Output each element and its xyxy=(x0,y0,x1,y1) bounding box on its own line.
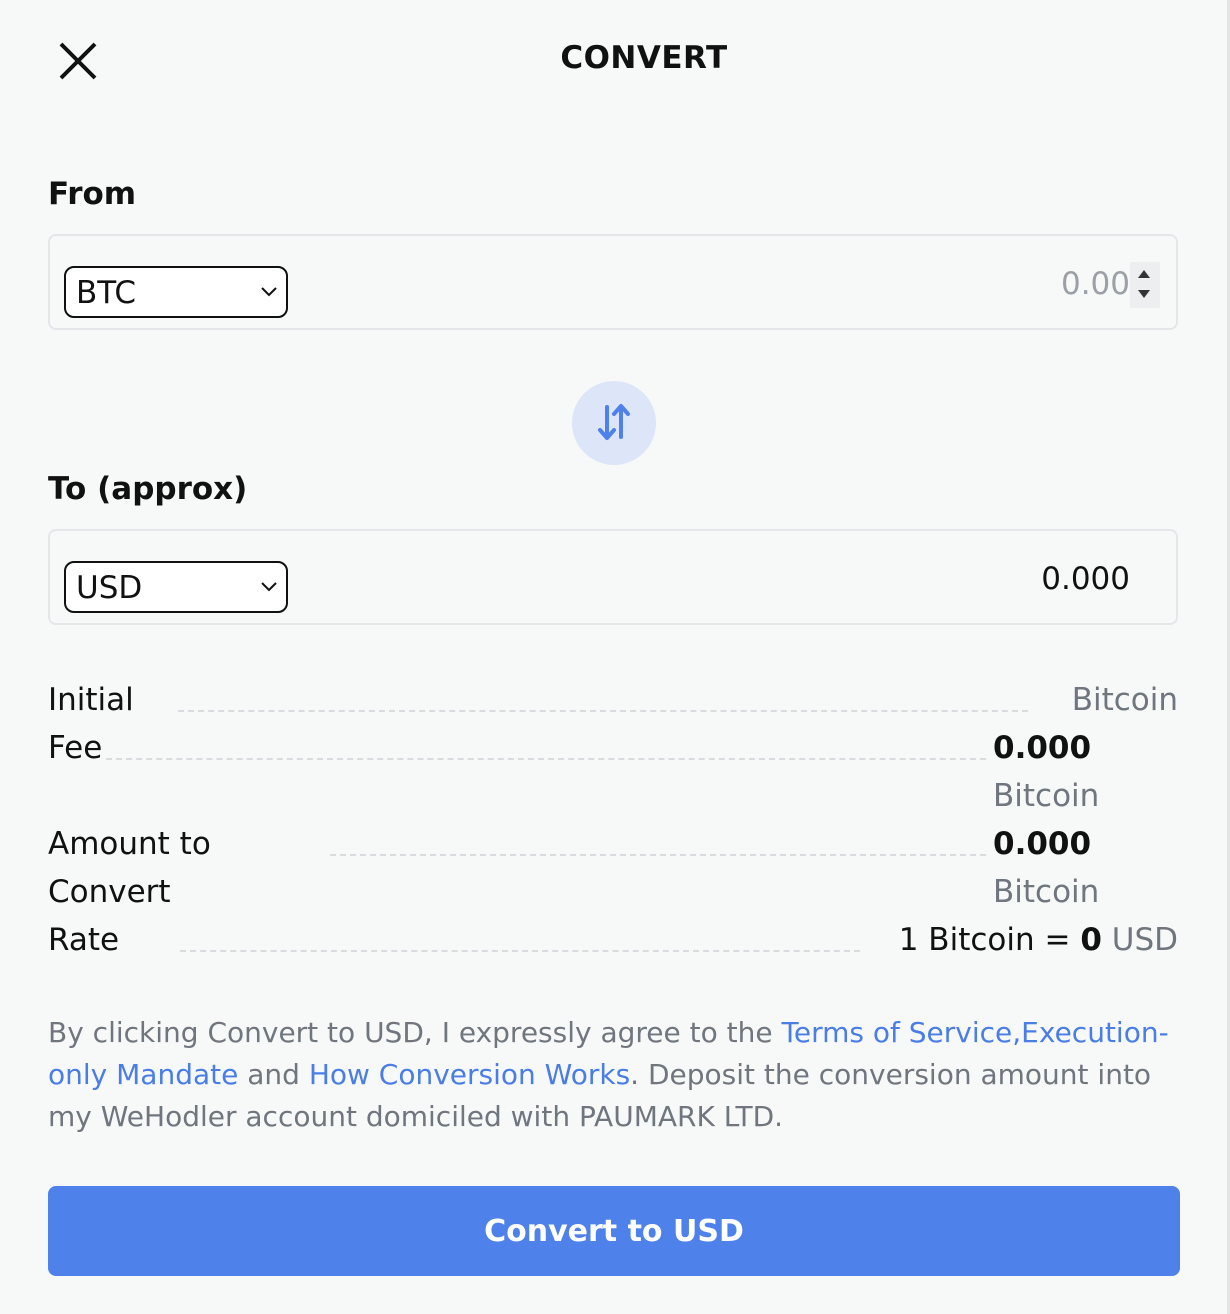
rate-text: 1 Bitcoin = 0 USD xyxy=(899,922,1178,958)
to-amount-value: 0.000 xyxy=(1041,561,1130,597)
chevron-down-icon xyxy=(261,582,277,592)
terms-of-service-link[interactable]: Terms of Service, xyxy=(782,1016,1022,1049)
initial-label: Initial xyxy=(48,682,134,718)
chevron-down-icon xyxy=(261,287,277,297)
agreement-text: By clicking Convert to USD, I expressly … xyxy=(48,1012,1178,1138)
fee-value: 0.000 xyxy=(993,730,1092,766)
rate-label: Rate xyxy=(48,922,120,958)
initial-unit: Bitcoin xyxy=(1071,682,1178,718)
stepper-down-icon[interactable] xyxy=(1138,290,1150,298)
rate-value: 0 xyxy=(1080,922,1102,958)
stepper-up-icon[interactable] xyxy=(1138,270,1150,278)
amount-value: 0.000 xyxy=(993,826,1092,862)
how-conversion-works-link[interactable]: How Conversion Works xyxy=(309,1058,630,1091)
swap-arrows-icon xyxy=(598,404,630,440)
fee-label: Fee xyxy=(48,730,103,766)
agreement-text-1: By clicking Convert to USD, I expressly … xyxy=(48,1016,782,1049)
from-currency-select[interactable]: BTC xyxy=(64,266,288,318)
amount-unit: Bitcoin xyxy=(993,874,1100,910)
amount-stepper[interactable] xyxy=(1130,262,1160,308)
amount-to-convert-label: Amount to xyxy=(48,826,211,862)
dotted-leader xyxy=(330,854,986,856)
swap-button[interactable] xyxy=(572,381,656,465)
to-currency-select[interactable]: USD xyxy=(64,561,288,613)
from-currency-value: BTC xyxy=(76,275,137,311)
amount-to-convert-label-2: Convert xyxy=(48,874,171,910)
page-title: CONVERT xyxy=(560,40,728,76)
from-field: BTC xyxy=(48,234,1178,330)
to-field: USD 0.000 xyxy=(48,529,1178,625)
agreement-text-2: and xyxy=(238,1058,309,1091)
dotted-leader xyxy=(180,950,860,952)
fee-unit: Bitcoin xyxy=(993,778,1100,814)
dotted-leader xyxy=(106,758,986,760)
convert-button[interactable]: Convert to USD xyxy=(48,1186,1180,1276)
rate-unit: USD xyxy=(1111,922,1178,958)
to-currency-value: USD xyxy=(76,570,143,606)
from-amount-input[interactable] xyxy=(830,264,1130,304)
from-label: From xyxy=(48,176,137,212)
dotted-leader xyxy=(178,710,1028,712)
to-label: To (approx) xyxy=(48,471,248,507)
rate-prefix: 1 Bitcoin = xyxy=(898,922,1081,958)
